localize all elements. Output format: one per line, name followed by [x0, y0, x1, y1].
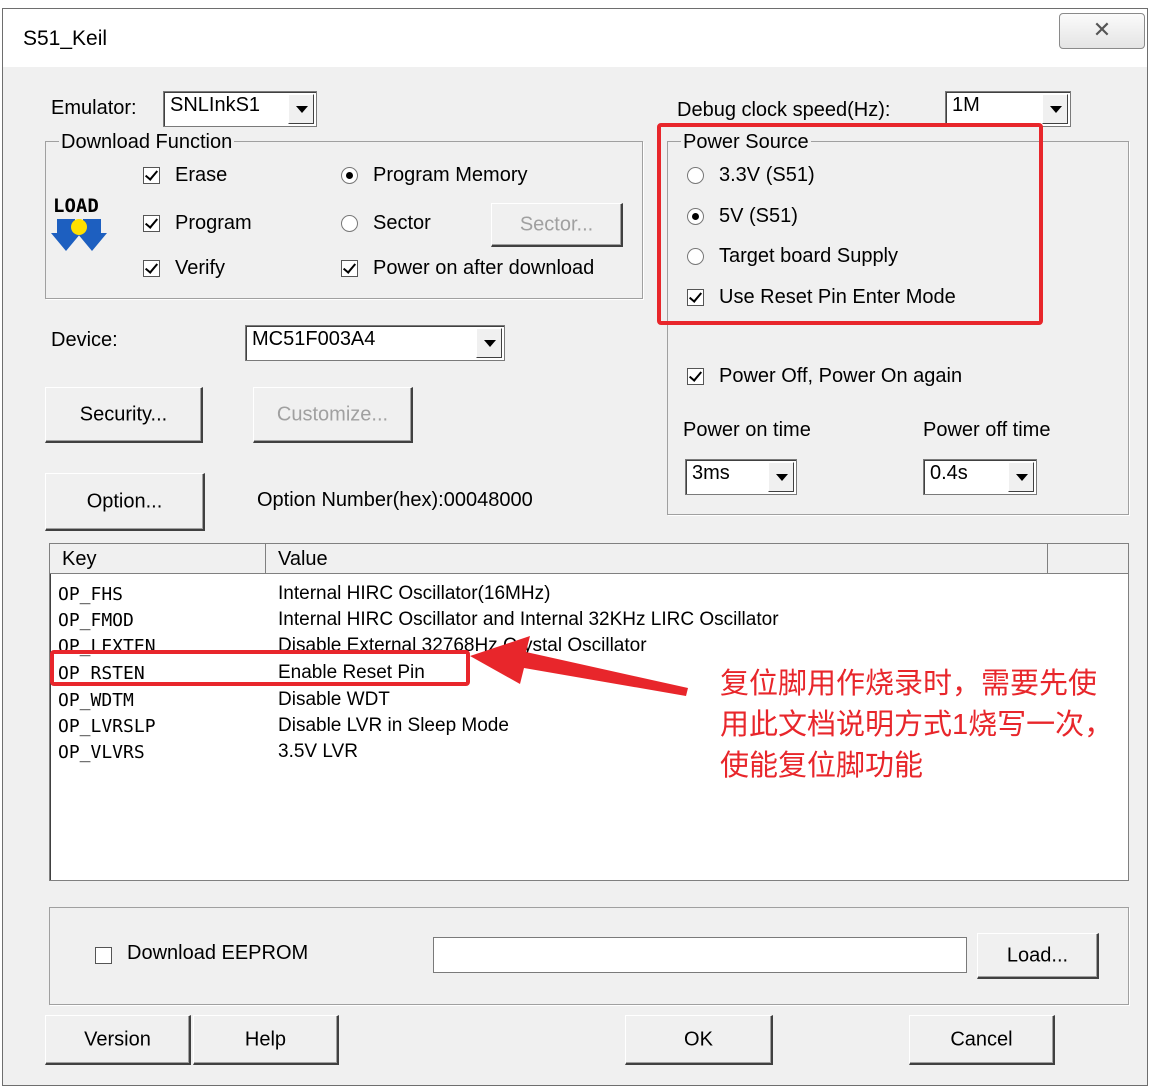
eeprom-path-input[interactable] [433, 937, 967, 973]
power-on-after-checkbox[interactable] [341, 260, 358, 277]
annotation-line-3: 使能复位脚功能 [720, 750, 924, 782]
power-off-time-label: Power off time [923, 419, 1051, 441]
column-header-value[interactable]: Value [266, 544, 1048, 574]
row-value: Internal HIRC Oscillator and Internal 32… [278, 609, 779, 630]
row-key: OP_LVRSLP [58, 716, 156, 737]
program-label: Program [175, 212, 252, 234]
verify-label: Verify [175, 257, 226, 279]
column-header-empty [1048, 544, 1128, 574]
security-button-label: Security... [79, 403, 168, 425]
load-button[interactable]: Load... [977, 933, 1099, 979]
row-key: OP_FMOD [58, 610, 134, 631]
sector-label: Sector [373, 212, 431, 234]
power-source-highlight [657, 123, 1043, 325]
debug-clock-label: Debug clock speed(Hz): [677, 99, 891, 121]
erase-checkbox[interactable] [143, 167, 160, 184]
load-button-label: Load... [1006, 944, 1069, 966]
power-on-after-label: Power on after download [373, 257, 595, 279]
cancel-button-label: Cancel [950, 1028, 1013, 1050]
device-value: MC51F003A4 [252, 328, 376, 350]
device-select[interactable]: MC51F003A4 [245, 325, 505, 361]
power-off-time-select[interactable]: 0.4s [923, 459, 1037, 495]
security-button[interactable]: Security... [45, 387, 203, 443]
version-button[interactable]: Version [45, 1015, 191, 1065]
sector-button[interactable]: Sector... [491, 203, 623, 247]
close-icon: ✕ [1092, 17, 1112, 42]
chevron-down-icon[interactable] [1008, 462, 1034, 492]
annotation-arrow-icon [470, 636, 688, 696]
load-icon: LOAD [51, 195, 113, 255]
column-header-value-label: Value [278, 548, 328, 570]
customize-button-label: Customize... [276, 403, 389, 425]
customize-button[interactable]: Customize... [253, 387, 413, 443]
title-bar[interactable]: S51_Keil ✕ [3, 9, 1147, 67]
power-on-time-label: Power on time [683, 419, 811, 441]
window-title: S51_Keil [23, 27, 108, 50]
row-key: OP_FHS [58, 584, 124, 605]
column-header-key[interactable]: Key [50, 544, 266, 574]
power-cycle-label: Power Off, Power On again [719, 365, 963, 387]
version-button-label: Version [84, 1028, 151, 1050]
program-memory-label: Program Memory [373, 164, 528, 186]
annotation-text: 复位脚用作烧录时，需要先使 用此文档说明方式1烧写一次， 使能复位脚功能 [720, 664, 1140, 787]
emulator-value: SNLInkS1 [170, 94, 261, 116]
table-row[interactable]: OP_FHS Internal HIRC Oscillator(16MHz) [58, 582, 1118, 608]
close-button[interactable]: ✕ [1059, 13, 1145, 49]
row-key: OP_VLVRS [58, 742, 145, 763]
device-label: Device: [51, 329, 118, 351]
ok-button-label: OK [684, 1028, 713, 1050]
power-on-time-value: 3ms [692, 462, 730, 484]
download-function-title: Download Function [59, 131, 235, 154]
row-value: Disable LVR in Sleep Mode [278, 715, 509, 736]
cancel-button[interactable]: Cancel [909, 1015, 1055, 1065]
erase-label: Erase [175, 164, 228, 186]
power-cycle-checkbox[interactable] [687, 368, 704, 385]
emulator-select[interactable]: SNLInkS1 [163, 91, 317, 127]
power-on-time-select[interactable]: 3ms [685, 459, 797, 495]
help-button-label: Help [244, 1028, 287, 1050]
download-eeprom-label: Download EEPROM [127, 942, 309, 964]
emulator-label: Emulator: [51, 97, 137, 119]
debug-clock-select[interactable]: 1M [945, 91, 1071, 127]
verify-checkbox[interactable] [143, 260, 160, 277]
row-value: Internal HIRC Oscillator(16MHz) [278, 583, 551, 604]
program-memory-radio[interactable] [341, 167, 358, 184]
sector-radio[interactable] [341, 215, 358, 232]
chevron-down-icon[interactable] [768, 462, 794, 492]
option-number-text: Option Number(hex):00048000 [257, 489, 533, 511]
annotation-line-2: 用此文档说明方式1烧写一次， [720, 709, 1114, 741]
sector-button-label: Sector... [519, 213, 594, 235]
reset-pin-row-highlight [50, 650, 470, 686]
svg-text:LOAD: LOAD [53, 195, 99, 217]
chevron-down-icon[interactable] [1042, 94, 1068, 124]
program-checkbox[interactable] [143, 215, 160, 232]
debug-clock-value: 1M [952, 94, 980, 116]
help-button[interactable]: Help [193, 1015, 339, 1065]
row-value: 3.5V LVR [278, 741, 358, 762]
ok-button[interactable]: OK [625, 1015, 773, 1065]
download-eeprom-checkbox[interactable] [95, 947, 112, 964]
row-value: Disable WDT [278, 689, 390, 710]
option-button[interactable]: Option... [45, 473, 205, 531]
power-off-time-value: 0.4s [930, 462, 968, 484]
chevron-down-icon[interactable] [476, 328, 502, 358]
annotation-line-1: 复位脚用作烧录时，需要先使 [720, 668, 1098, 700]
option-button-label: Option... [86, 490, 163, 512]
chevron-down-icon[interactable] [288, 94, 314, 124]
column-header-key-label: Key [62, 548, 97, 570]
dialog-window: S51_Keil ✕ Emulator: SNLInkS1 Debug cloc… [2, 8, 1148, 1086]
row-key: OP_WDTM [58, 690, 134, 711]
